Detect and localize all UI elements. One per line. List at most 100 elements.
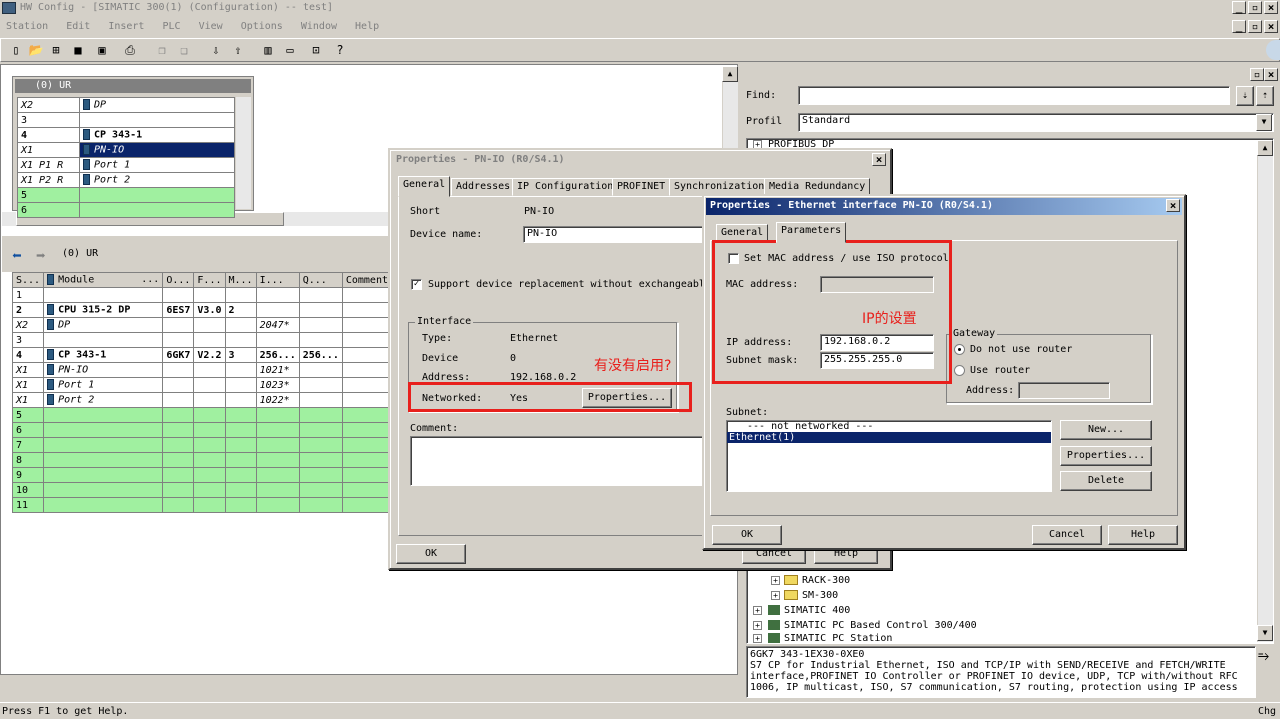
catalog-close-button[interactable]: × bbox=[1264, 68, 1278, 81]
detail-row[interactable]: 2 CPU 315-2 DP 6ES7 V3.0 2 bbox=[11, 302, 393, 318]
menu-help[interactable]: Help bbox=[355, 21, 379, 32]
rack-row[interactable]: 6 bbox=[17, 202, 235, 218]
print-icon[interactable]: ⎙ bbox=[122, 42, 138, 58]
menu-window[interactable]: Window bbox=[301, 21, 337, 32]
forward-arrow-icon[interactable]: ➡ bbox=[36, 246, 46, 265]
tab-eth-parameters[interactable]: Parameters bbox=[776, 222, 847, 243]
device-name-input[interactable]: PN-IO bbox=[523, 226, 703, 243]
rack-row[interactable]: 4 CP 343-1 bbox=[17, 127, 235, 143]
detail-row[interactable]: 4 CP 343-1 6GK7 V2.2 3 256... 256... bbox=[11, 347, 393, 363]
detail-row[interactable]: 10 bbox=[11, 482, 393, 498]
copy-icon[interactable]: ❐ bbox=[154, 42, 170, 58]
catalog-scroll-up-icon[interactable]: ▲ bbox=[1257, 140, 1273, 156]
ethernet-ok-button[interactable]: OK bbox=[712, 525, 782, 545]
doc-close-button[interactable]: × bbox=[1264, 20, 1278, 33]
profile-chevron-down-icon[interactable]: ▼ bbox=[1256, 114, 1272, 131]
tree-item-pc-station[interactable]: + SIMATIC PC Station bbox=[753, 633, 892, 643]
pnio-dialog-close-icon[interactable]: × bbox=[872, 153, 886, 166]
profile-select[interactable]: Standard bbox=[798, 113, 1274, 132]
rack-row[interactable]: X1 P2 R Port 2 bbox=[17, 172, 235, 188]
ethernet-help-button[interactable]: Help bbox=[1108, 525, 1178, 545]
col-firmware[interactable]: F... bbox=[193, 272, 226, 288]
detail-row[interactable]: 5 bbox=[11, 407, 393, 423]
use-router-radio[interactable] bbox=[954, 365, 965, 376]
detail-row[interactable]: 11 bbox=[11, 497, 393, 513]
workspace-scroll-up-icon[interactable]: ▲ bbox=[722, 66, 738, 82]
save-compile-icon[interactable]: ▣ bbox=[94, 42, 110, 58]
subnet-new-button[interactable]: New... bbox=[1060, 420, 1152, 440]
catalog-restore-button[interactable]: ▫ bbox=[1250, 68, 1264, 81]
rack-row[interactable]: 3 bbox=[17, 112, 235, 128]
subnet-item-ethernet1[interactable]: Ethernet(1) bbox=[727, 432, 1051, 443]
back-arrow-icon[interactable]: ⬅ bbox=[12, 246, 22, 265]
no-router-radio[interactable] bbox=[954, 344, 965, 355]
tree-item-pc-based[interactable]: + SIMATIC PC Based Control 300/400 bbox=[753, 620, 977, 631]
catalog-icon[interactable]: ▥ bbox=[260, 42, 276, 58]
detail-row[interactable]: 3 bbox=[11, 332, 393, 348]
ethernet-dialog-close-icon[interactable]: × bbox=[1166, 199, 1180, 212]
find-up-button[interactable]: ⇡ bbox=[1256, 86, 1274, 106]
paste-icon[interactable]: ❏ bbox=[176, 42, 192, 58]
col-i[interactable]: I... bbox=[255, 272, 300, 288]
detail-row[interactable]: X1 Port 1 1023* bbox=[11, 377, 393, 393]
netpro-icon[interactable]: ⊡ bbox=[308, 42, 324, 58]
ethernet-cancel-button[interactable]: Cancel bbox=[1032, 525, 1102, 545]
tree-item-simatic400[interactable]: + SIMATIC 400 bbox=[753, 605, 850, 616]
window-icon[interactable]: ▭ bbox=[282, 42, 298, 58]
ethernet-dialog-titlebar[interactable]: Properties - Ethernet interface PN-IO (R… bbox=[706, 198, 1182, 215]
col-comment[interactable]: Comment bbox=[341, 272, 393, 288]
subnet-item-not-networked[interactable]: --- not networked --- bbox=[727, 421, 1051, 432]
support-replacement-checkbox[interactable]: ✓ bbox=[411, 279, 422, 290]
upload-icon[interactable]: ⇧ bbox=[230, 42, 246, 58]
tab-general[interactable]: General bbox=[398, 176, 451, 197]
detail-row[interactable]: 9 bbox=[11, 467, 393, 483]
pnio-dialog-titlebar[interactable]: Properties - PN-IO (R0/S4.1) bbox=[392, 152, 888, 169]
detail-row[interactable]: X2 DP 2047* bbox=[11, 317, 393, 333]
col-module[interactable]: Module ... bbox=[43, 272, 164, 288]
menu-station[interactable]: Station bbox=[6, 21, 48, 32]
accessible-nodes-icon[interactable]: ⊞ bbox=[48, 42, 64, 58]
menu-options[interactable]: Options bbox=[241, 21, 283, 32]
detail-row[interactable]: 6 bbox=[11, 422, 393, 438]
tab-ip-configuration[interactable]: IP Configuration bbox=[512, 178, 619, 196]
rack-row[interactable]: 5 bbox=[17, 187, 235, 203]
help-icon[interactable]: ? bbox=[332, 42, 348, 58]
find-input[interactable] bbox=[798, 86, 1230, 105]
detail-row[interactable]: 1 bbox=[11, 287, 393, 303]
doc-restore-button[interactable]: ▫ bbox=[1248, 20, 1262, 33]
rack-vscroll[interactable] bbox=[235, 97, 251, 209]
close-button[interactable]: × bbox=[1264, 1, 1278, 14]
new-icon[interactable]: ▯ bbox=[8, 42, 24, 58]
rack-window[interactable]: (0) UR X2 DP 3 4 CP 343-1 X1 PN-IO X1 P1 R Port … bbox=[12, 76, 254, 218]
col-order[interactable]: O... bbox=[162, 272, 195, 288]
detail-row[interactable]: X1 Port 2 1022* bbox=[11, 392, 393, 408]
menu-view[interactable]: View bbox=[199, 21, 223, 32]
rack-row[interactable]: X2 DP bbox=[17, 97, 235, 113]
menu-edit[interactable]: Edit bbox=[66, 21, 90, 32]
pnio-ok-button[interactable]: OK bbox=[396, 544, 466, 564]
subnet-delete-button[interactable]: Delete bbox=[1060, 471, 1152, 491]
col-mpi[interactable]: M... bbox=[224, 272, 257, 288]
catalog-info-icon[interactable]: ⥱ bbox=[1258, 648, 1269, 664]
tree-item-sm300[interactable]: + SM-300 bbox=[771, 590, 838, 601]
minimize-button[interactable]: _ bbox=[1232, 1, 1246, 14]
rack-row[interactable]: X1 P1 R Port 1 bbox=[17, 157, 235, 173]
tab-profinet[interactable]: PROFINET bbox=[612, 178, 671, 196]
find-down-button[interactable]: ⇣ bbox=[1236, 86, 1254, 106]
comment-textarea[interactable] bbox=[410, 436, 710, 486]
subnet-properties-button[interactable]: Properties... bbox=[1060, 446, 1152, 466]
open-icon[interactable]: 📂 bbox=[28, 42, 44, 58]
doc-minimize-button[interactable]: _ bbox=[1232, 20, 1246, 33]
download-icon[interactable]: ⇩ bbox=[208, 42, 224, 58]
tree-item-rack300[interactable]: + RACK-300 bbox=[771, 575, 850, 586]
detail-row[interactable]: 7 bbox=[11, 437, 393, 453]
menu-insert[interactable]: Insert bbox=[108, 21, 144, 32]
rack-row[interactable]: X1 PN-IO bbox=[17, 142, 235, 158]
save-icon[interactable]: ■ bbox=[70, 42, 86, 58]
subnet-listbox[interactable]: --- not networked --- Ethernet(1) bbox=[726, 420, 1052, 492]
detail-row[interactable]: 8 bbox=[11, 452, 393, 468]
detail-row[interactable]: X1 PN-IO 1021* bbox=[11, 362, 393, 378]
catalog-vscroll[interactable] bbox=[1257, 140, 1273, 642]
menu-plc[interactable]: PLC bbox=[162, 21, 180, 32]
col-slot[interactable]: S... bbox=[11, 272, 45, 288]
